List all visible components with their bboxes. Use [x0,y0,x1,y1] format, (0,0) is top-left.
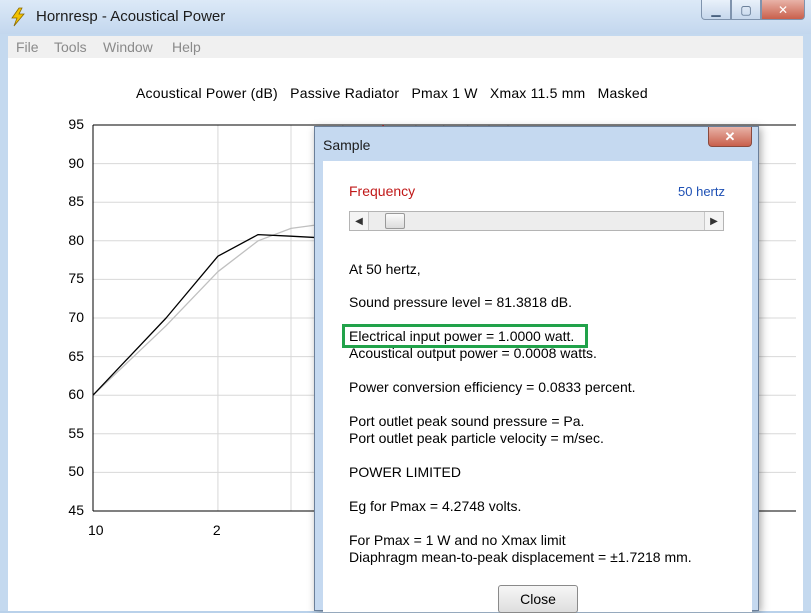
dialog-close-icon[interactable]: ✕ [708,127,752,147]
dialog-body: Frequency 50 hertz ◀ ▶ At 50 hertz, Soun… [323,161,752,613]
result-line-port-velocity: Port outlet peak particle velocity = m/s… [349,430,604,446]
result-line-spl: Sound pressure level = 81.3818 dB. [349,294,572,310]
slider-thumb[interactable] [384,213,405,229]
dialog-title: Sample [323,137,371,153]
highlight-box [342,324,588,348]
frequency-value: 50 hertz [678,184,725,199]
result-line-port-pressure: Port outlet peak sound pressure = Pa. [349,413,585,429]
result-line-at-frequency: At 50 hertz, [349,261,421,277]
slider-right-arrow-icon[interactable]: ▶ [704,212,723,230]
close-button[interactable]: Close [498,585,578,613]
frequency-slider[interactable]: ◀ ▶ [349,211,724,231]
result-line-displacement: Diaphragm mean-to-peak displacement = ±1… [349,549,692,565]
sample-dialog: Sample ✕ Frequency 50 hertz ◀ ▶ At 50 he… [314,126,759,613]
slider-left-arrow-icon[interactable]: ◀ [350,212,369,230]
main-window: Hornresp - Acoustical Power ▁ ▢ ✕ File T… [0,0,811,613]
result-line-pmax-note: For Pmax = 1 W and no Xmax limit [349,532,566,548]
result-line-power-limited: POWER LIMITED [349,464,462,480]
frequency-label: Frequency [349,183,416,199]
result-line-efficiency: Power conversion efficiency = 0.0833 per… [349,379,636,395]
result-line-eg: Eg for Pmax = 4.2748 volts. [349,498,522,514]
